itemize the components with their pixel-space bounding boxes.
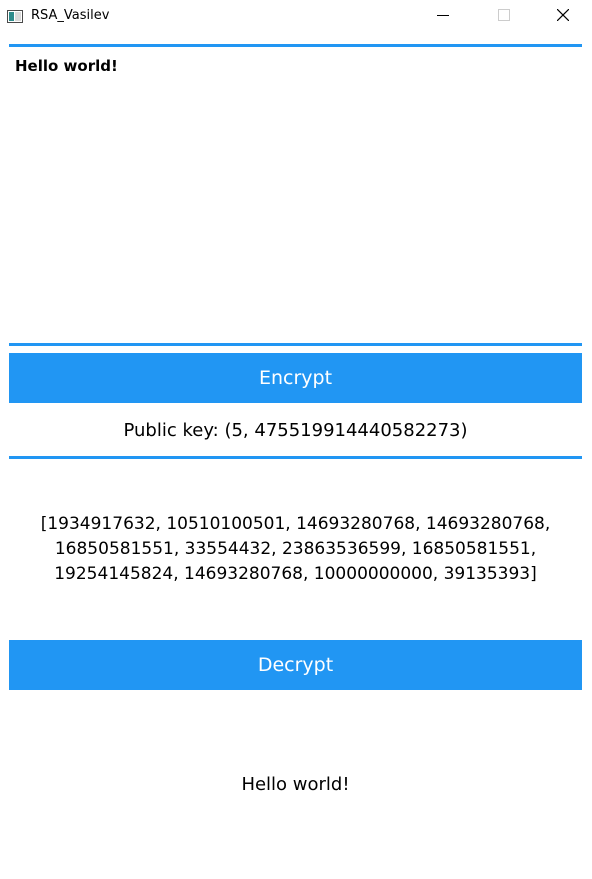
minimize-button[interactable]	[420, 0, 466, 31]
ciphertext-line: 19254145824, 14693280768, 10000000000, 3…	[54, 564, 537, 584]
public-key-label: Public key: (5, 475519914440582273)	[123, 420, 468, 441]
window-title: RSA_Vasilev	[31, 8, 110, 23]
plaintext-input[interactable]: Hello world!	[9, 47, 582, 343]
ciphertext-line: 16850581551, 33554432, 23863536599, 1685…	[54, 539, 537, 559]
close-icon	[557, 9, 569, 21]
ciphertext-output: [1934917632, 10510100501, 14693280768, 1…	[9, 512, 582, 587]
minimize-icon	[437, 15, 449, 16]
app-window-icon	[7, 8, 23, 23]
encrypt-button[interactable]: Encrypt	[9, 353, 582, 403]
decrypted-output: Hello world!	[241, 774, 350, 795]
key-divider	[9, 456, 582, 459]
close-button[interactable]	[540, 0, 586, 31]
title-bar[interactable]: RSA_Vasilev	[0, 0, 592, 31]
ciphertext-line: [1934917632, 10510100501, 14693280768, 1…	[40, 514, 551, 534]
maximize-button[interactable]	[481, 0, 527, 31]
decrypt-button[interactable]: Decrypt	[9, 640, 582, 690]
input-bottom-border	[9, 343, 582, 346]
maximize-icon	[498, 9, 510, 21]
app-window: RSA_Vasilev Hello world! Encrypt Public …	[0, 0, 592, 879]
